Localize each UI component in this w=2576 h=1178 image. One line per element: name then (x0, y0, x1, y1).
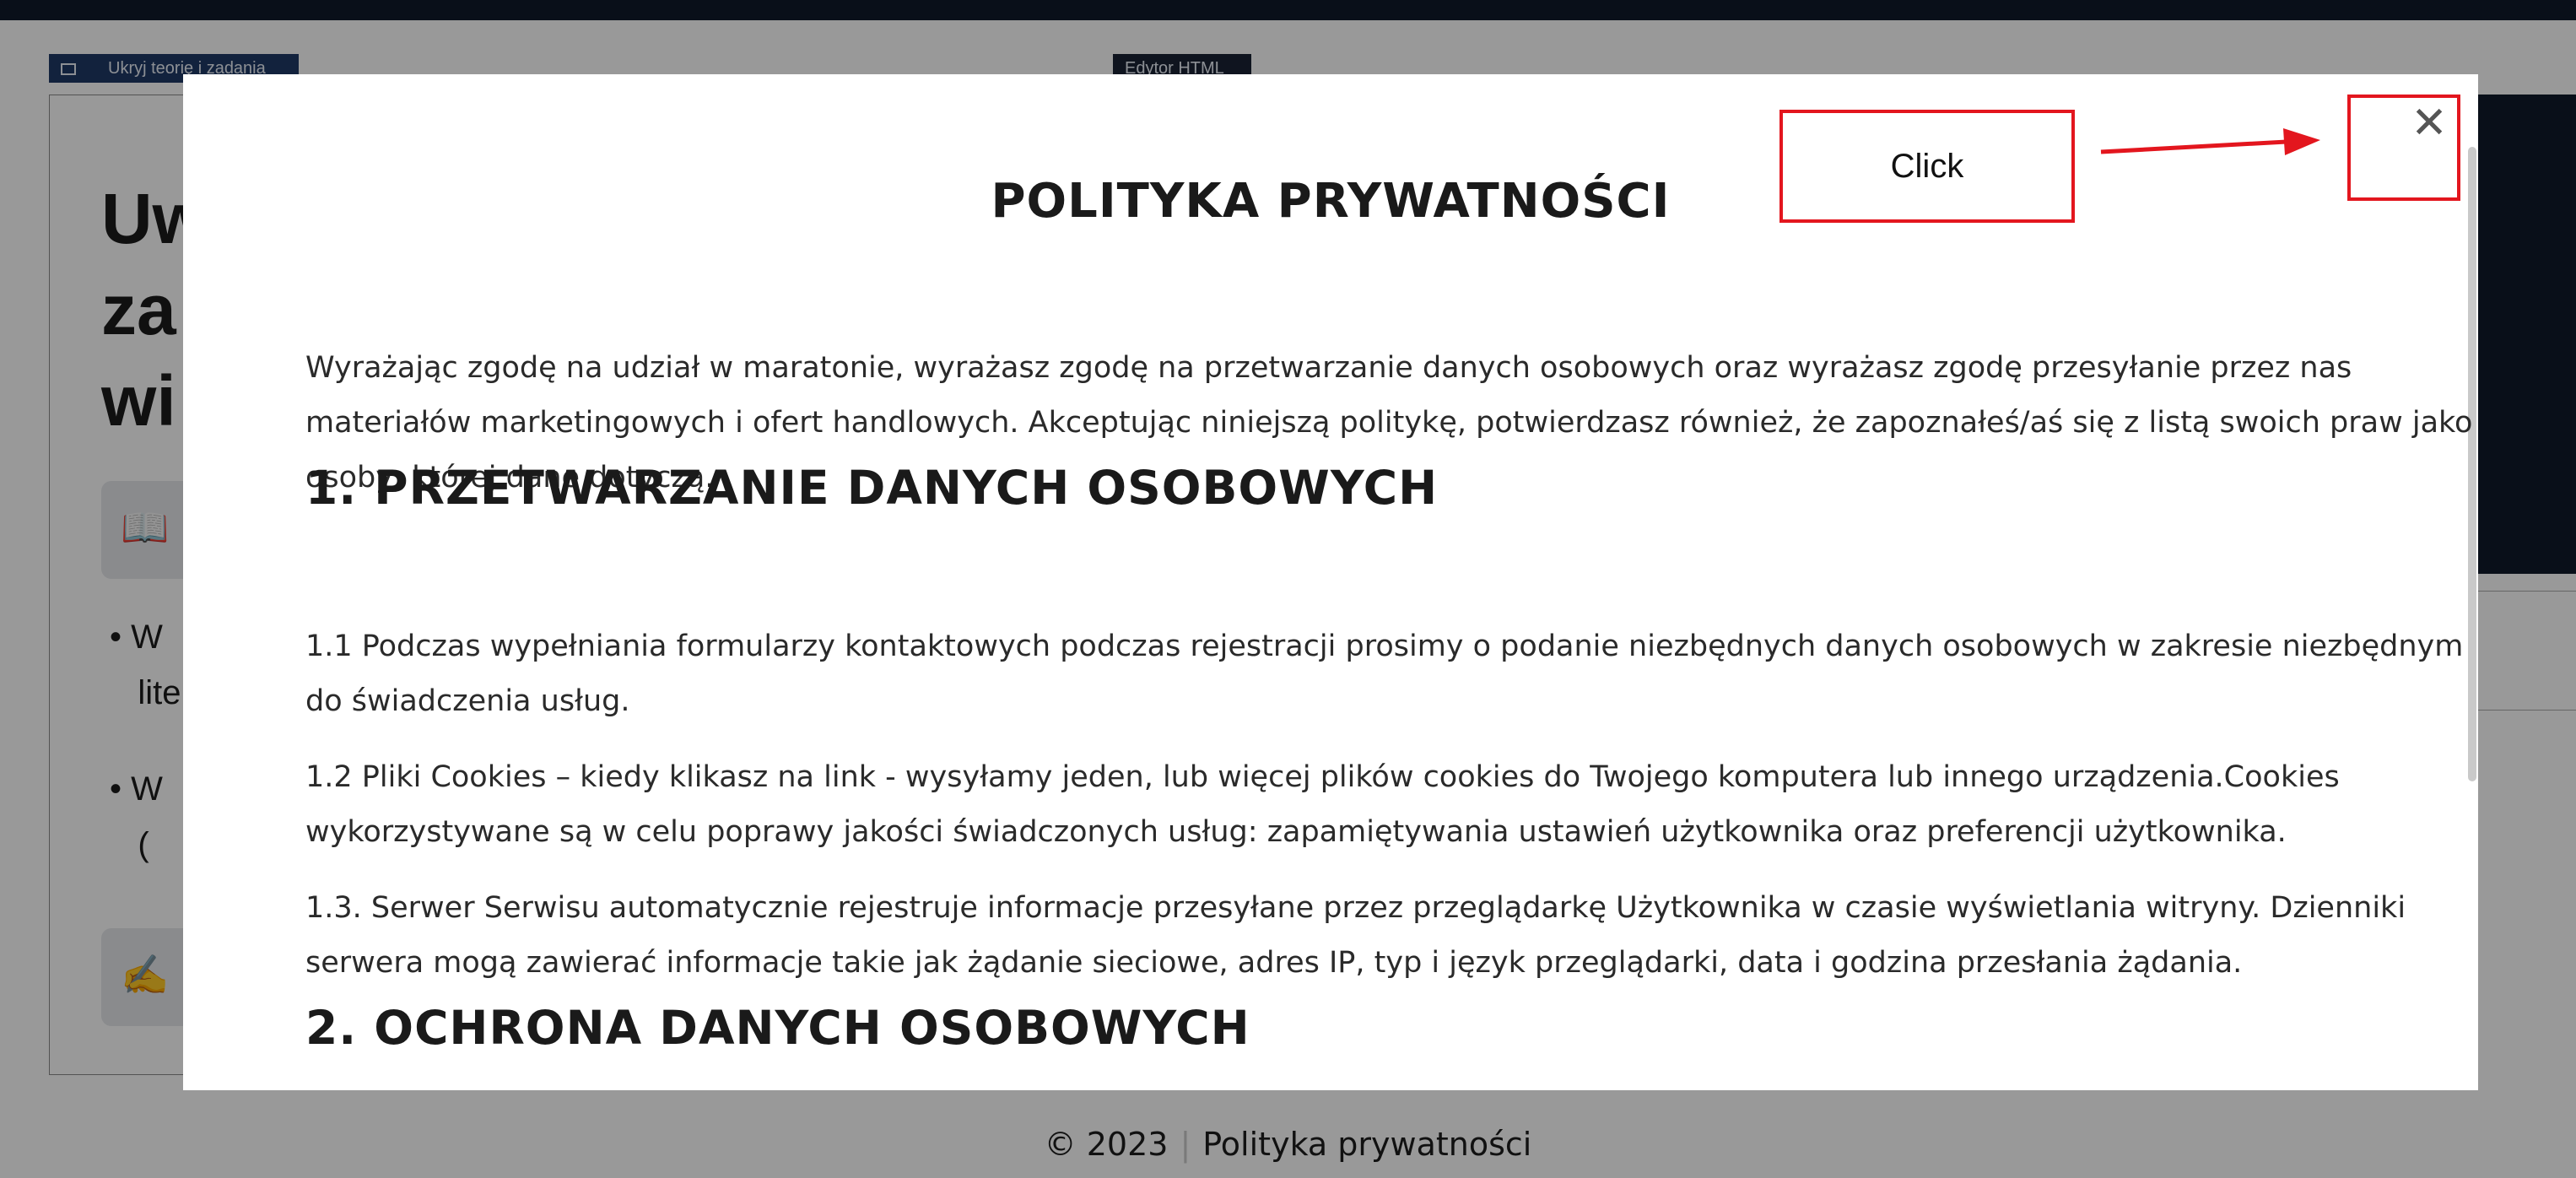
annotation-arrow (2100, 128, 2320, 155)
